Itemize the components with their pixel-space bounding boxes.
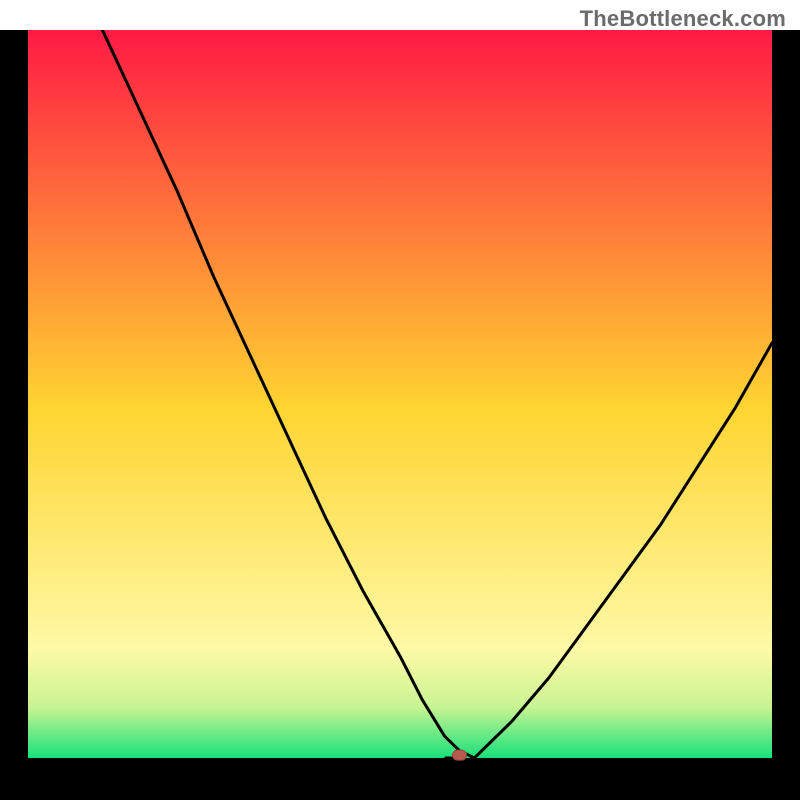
chart-gradient-background <box>28 30 772 758</box>
marker-point <box>453 750 467 760</box>
attribution-text: TheBottleneck.com <box>580 6 786 32</box>
bottleneck-chart <box>0 30 800 800</box>
